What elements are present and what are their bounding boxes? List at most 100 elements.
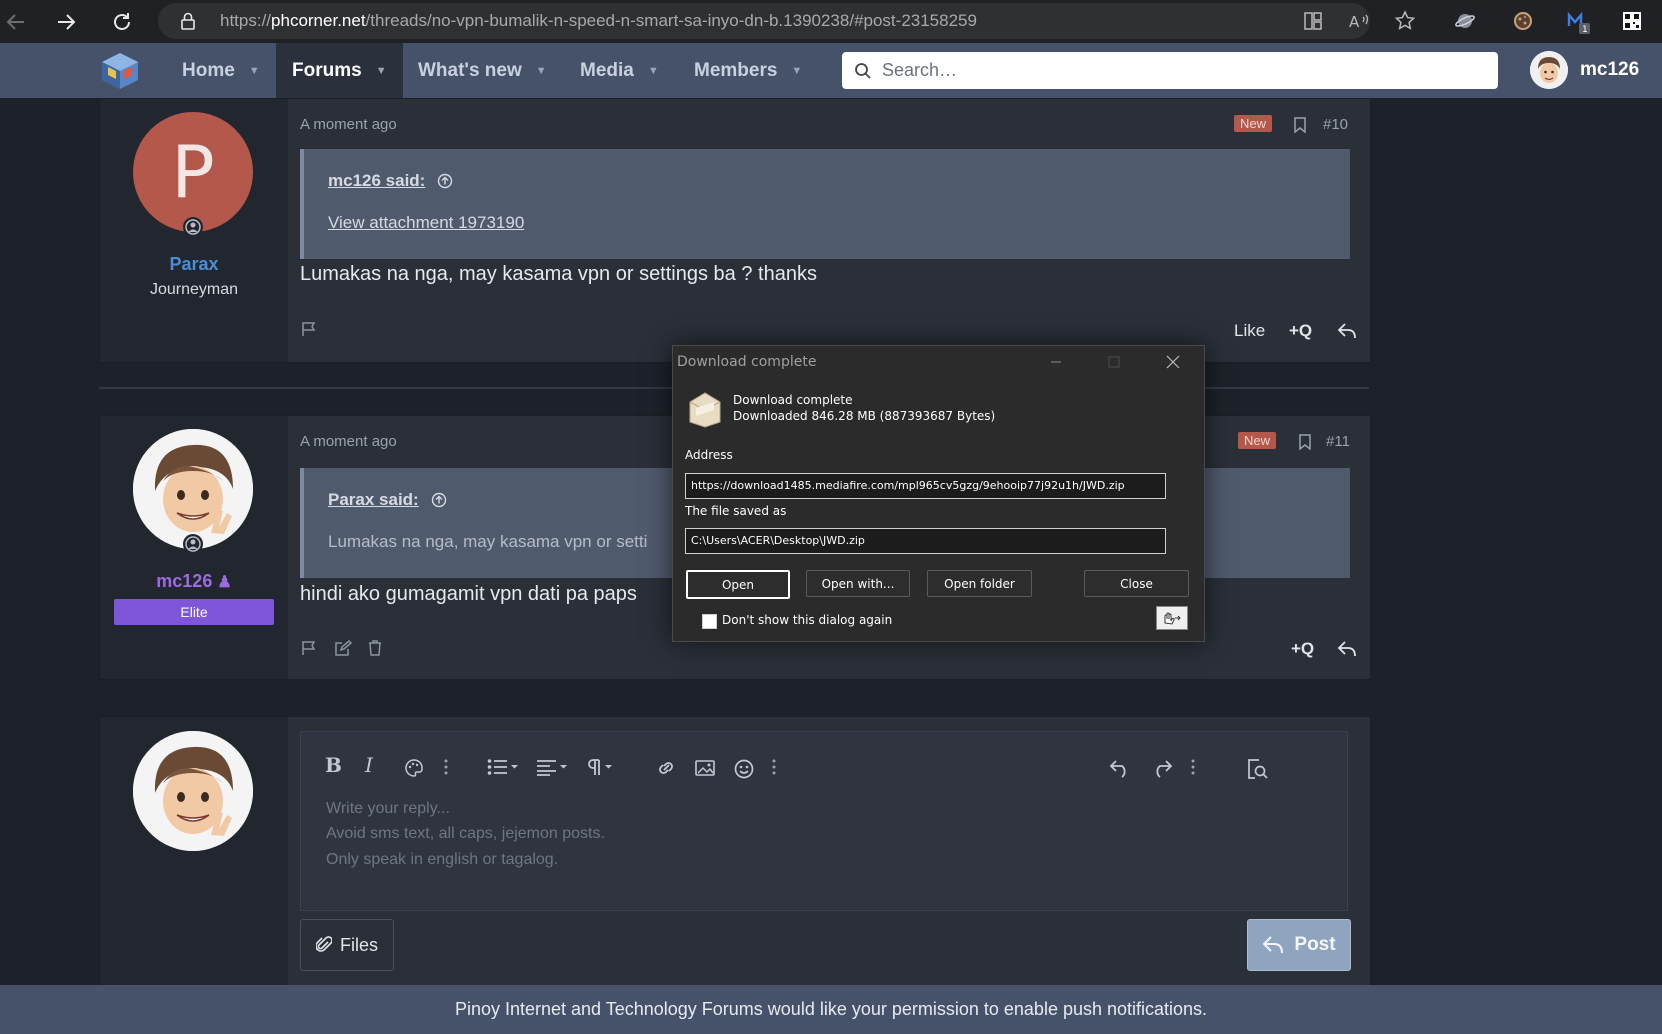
address-bar[interactable]: https://phcorner.net/threads/no-vpn-buma…: [158, 3, 1370, 39]
post-timestamp[interactable]: A moment ago: [300, 433, 397, 450]
avatar[interactable]: P: [133, 112, 253, 232]
minimize-icon[interactable]: [1036, 350, 1076, 374]
download-size: Downloaded 846.28 MB (887393687 Bytes): [733, 409, 996, 423]
maximize-icon[interactable]: [1094, 350, 1134, 374]
site-logo[interactable]: [98, 49, 142, 93]
favorites-star-icon[interactable]: [1392, 8, 1418, 34]
post-number[interactable]: #11: [1326, 433, 1350, 450]
quote-author-link[interactable]: Parax said:: [328, 490, 419, 510]
svg-text:1: 1: [1582, 25, 1588, 34]
undo-icon[interactable]: [1109, 758, 1133, 778]
multi-quote-button[interactable]: +Q: [1291, 639, 1314, 659]
jump-to-quote-icon[interactable]: [437, 173, 453, 189]
report-flag-icon[interactable]: [301, 640, 317, 656]
attachment-link[interactable]: View attachment 1973190: [328, 213, 524, 233]
chevron-down-icon[interactable]: ▼: [376, 65, 387, 77]
close-icon[interactable]: [1153, 350, 1193, 374]
elite-badge: Elite: [114, 599, 274, 625]
quote-body: Lumakas na nga, may kasama vpn or setti: [328, 532, 648, 551]
reply-icon[interactable]: [1337, 322, 1357, 340]
post-author-name[interactable]: Parax: [100, 254, 288, 275]
saved-as-label: The file saved as: [685, 504, 787, 518]
reply-author-panel: [100, 717, 288, 987]
dont-show-again-checkbox[interactable]: [702, 614, 717, 629]
close-button[interactable]: Close: [1084, 570, 1189, 597]
qr-code-icon[interactable]: [1619, 8, 1645, 34]
dont-show-again-label[interactable]: Don't show this dialog again: [722, 613, 892, 627]
redo-icon[interactable]: [1149, 758, 1173, 778]
address-url[interactable]: https://phcorner.net/threads/no-vpn-buma…: [220, 11, 977, 31]
list-icon[interactable]: [487, 758, 521, 776]
read-aloud-icon[interactable]: A: [1346, 8, 1372, 34]
reply-editor[interactable]: B I Write your reply... Avoid sms text, …: [300, 731, 1348, 911]
open-folder-button[interactable]: Open folder: [927, 570, 1032, 597]
extension-notification-icon[interactable]: 1: [1565, 8, 1591, 34]
edit-icon[interactable]: [334, 640, 352, 656]
lock-icon[interactable]: [180, 12, 196, 30]
link-icon[interactable]: [655, 758, 677, 778]
bookmark-icon[interactable]: [1294, 117, 1306, 133]
avatar[interactable]: [133, 731, 253, 851]
chevron-down-icon[interactable]: ▼: [536, 65, 547, 77]
avatar[interactable]: [133, 429, 253, 549]
saved-path-field[interactable]: C:\Users\ACER\Desktop\JWD.zip: [685, 528, 1166, 554]
like-button[interactable]: Like: [1234, 321, 1265, 341]
chevron-down-icon[interactable]: ▼: [249, 65, 260, 77]
cookie-icon[interactable]: [1510, 8, 1536, 34]
delete-icon[interactable]: [368, 640, 382, 656]
svg-text:A: A: [1349, 13, 1360, 31]
reply-placeholder-line: Only speak in english or tagalog.: [326, 851, 559, 868]
nav-forums[interactable]: Forums ▼: [276, 43, 403, 98]
user-menu[interactable]: mc126: [1530, 51, 1639, 89]
extension-planet-icon[interactable]: [1452, 8, 1478, 34]
reply-icon[interactable]: [1337, 640, 1357, 658]
more-options-icon[interactable]: [1190, 758, 1196, 776]
nav-home[interactable]: Home ▼: [166, 43, 276, 98]
split-screen-icon[interactable]: [1300, 8, 1326, 34]
post-author-name[interactable]: mc126 ♟: [100, 571, 288, 592]
download-address-field[interactable]: https://download1485.mediafire.com/mpl96…: [685, 473, 1166, 499]
nav-username[interactable]: mc126: [1580, 59, 1639, 81]
post-author-title: Journeyman: [149, 281, 239, 298]
bookmark-icon[interactable]: [1299, 434, 1311, 450]
nav-members[interactable]: Members ▼: [678, 43, 818, 98]
emoji-icon[interactable]: [733, 758, 755, 780]
text-color-icon[interactable]: [404, 758, 424, 778]
paragraph-icon[interactable]: [585, 758, 619, 776]
multi-quote-button[interactable]: +Q: [1289, 321, 1312, 341]
search-input[interactable]: [880, 59, 1484, 82]
chevron-down-icon[interactable]: ▼: [648, 65, 659, 77]
quick-reply: B I Write your reply... Avoid sms text, …: [99, 716, 1371, 988]
dialog-heading: Download complete: [733, 393, 853, 407]
search-box[interactable]: [842, 52, 1498, 89]
back-icon[interactable]: [0, 6, 32, 38]
more-options-icon[interactable]: [771, 758, 777, 776]
quote-author-link[interactable]: mc126 said:: [328, 171, 425, 191]
image-icon[interactable]: [694, 758, 716, 778]
push-notification-notice[interactable]: Pinoy Internet and Technology Forums wou…: [0, 985, 1662, 1034]
more-options-icon[interactable]: [443, 758, 449, 776]
nav-whats-new[interactable]: What's new ▼: [402, 43, 563, 98]
post-timestamp[interactable]: A moment ago: [300, 116, 397, 133]
avatar[interactable]: [1530, 51, 1568, 89]
post-reply-button[interactable]: Post: [1247, 919, 1351, 971]
post-number[interactable]: #10: [1323, 116, 1348, 133]
attach-files-button[interactable]: Files: [300, 919, 394, 971]
chevron-down-icon[interactable]: ▼: [791, 65, 802, 77]
forward-icon[interactable]: [50, 6, 82, 38]
nav-media[interactable]: Media ▼: [564, 43, 675, 98]
reply-placeholder-line: Avoid sms text, all caps, jejemon posts.: [326, 825, 605, 842]
dialog-titlebar[interactable]: Download complete: [673, 346, 1204, 378]
italic-icon[interactable]: I: [365, 753, 373, 777]
report-flag-icon[interactable]: [301, 321, 317, 337]
dialog-options-button[interactable]: [1156, 606, 1188, 630]
open-with-button[interactable]: Open with...: [806, 570, 910, 597]
refresh-icon[interactable]: [106, 6, 138, 38]
align-icon[interactable]: [536, 758, 570, 776]
download-complete-dialog: Download complete Download complete Down…: [672, 345, 1205, 642]
jump-to-quote-icon[interactable]: [431, 492, 447, 508]
preview-icon[interactable]: [1245, 758, 1269, 780]
svg-text:P: P: [171, 130, 214, 214]
open-button[interactable]: Open: [686, 570, 790, 599]
bold-icon[interactable]: B: [325, 753, 342, 777]
